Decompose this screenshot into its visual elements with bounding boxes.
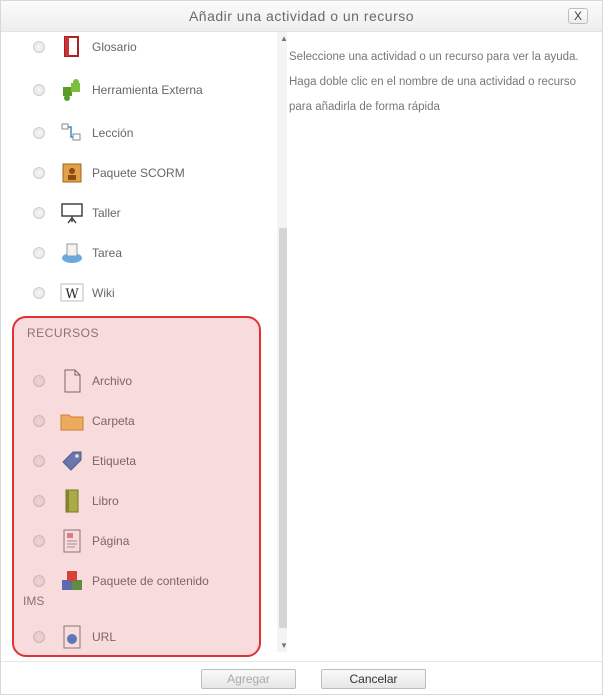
resource-url[interactable]: URL xyxy=(33,622,116,652)
list-scrollbar[interactable]: ▲ ▼ xyxy=(277,32,287,652)
resource-libro[interactable]: Libro xyxy=(33,486,119,516)
activity-label: Glosario xyxy=(92,40,137,54)
radio-wiki[interactable] xyxy=(33,287,45,299)
svg-text:W: W xyxy=(65,287,79,302)
radio-tarea[interactable] xyxy=(33,247,45,259)
activity-label: Wiki xyxy=(92,286,115,300)
puzzle-icon xyxy=(60,78,84,102)
resource-label: Carpeta xyxy=(92,414,135,428)
resource-label: Libro xyxy=(92,494,119,508)
wiki-icon: W xyxy=(60,281,84,305)
workshop-board-icon xyxy=(60,201,84,225)
glossary-book-icon xyxy=(60,35,84,59)
lesson-icon xyxy=(60,121,84,145)
help-text: Seleccione una actividad o un recurso pa… xyxy=(289,51,579,113)
resource-label: Etiqueta xyxy=(92,454,137,468)
url-icon xyxy=(60,625,84,649)
activity-label: Taller xyxy=(92,206,121,220)
scroll-up-arrow-icon[interactable]: ▲ xyxy=(280,34,287,43)
activity-label: Tarea xyxy=(92,246,123,260)
activity-list-pane: Glosario Herramienta Externa Lección Paq… xyxy=(13,32,287,659)
dialog-titlebar: Añadir una actividad o un recurso X xyxy=(1,1,602,32)
resource-label: Página xyxy=(92,534,130,548)
radio-leccion[interactable] xyxy=(33,127,45,139)
page-icon xyxy=(60,529,84,553)
activity-tarea[interactable]: Tarea xyxy=(33,238,122,268)
activity-label: Paquete SCORM xyxy=(92,166,185,180)
content-package-icon xyxy=(60,569,84,593)
activity-herramienta-externa[interactable]: Herramienta Externa xyxy=(33,75,203,105)
resources-section-title: RECURSOS xyxy=(27,326,100,340)
activity-wiki[interactable]: W Wiki xyxy=(33,278,115,308)
radio-paquete-de-contenido[interactable] xyxy=(33,575,45,587)
add-activity-dialog: Añadir una actividad o un recurso X Glos… xyxy=(0,0,603,695)
resource-etiqueta[interactable]: Etiqueta xyxy=(33,446,136,476)
radio-herramienta-externa[interactable] xyxy=(33,84,45,96)
activity-label: Herramienta Externa xyxy=(92,83,203,97)
dialog-title: Añadir una actividad o un recurso xyxy=(188,8,415,24)
resource-label: Archivo xyxy=(92,374,133,388)
file-icon xyxy=(60,369,84,393)
radio-url[interactable] xyxy=(33,631,45,643)
scorm-package-icon xyxy=(60,161,84,185)
radio-libro[interactable] xyxy=(33,495,45,507)
resource-paquete-de-contenido[interactable]: Paquete de contenido xyxy=(33,566,209,596)
ims-label: IMS xyxy=(23,594,45,608)
label-icon xyxy=(60,449,84,473)
resource-archivo[interactable]: Archivo xyxy=(33,366,132,396)
radio-carpeta[interactable] xyxy=(33,415,45,427)
activity-leccion[interactable]: Lección xyxy=(33,118,133,148)
resource-pagina[interactable]: Página xyxy=(33,526,129,556)
scroll-down-arrow-icon[interactable]: ▼ xyxy=(280,641,287,650)
radio-etiqueta[interactable] xyxy=(33,455,45,467)
close-button[interactable]: X xyxy=(568,8,588,24)
activity-label: Lección xyxy=(92,126,134,140)
resource-label: Paquete de contenido xyxy=(92,574,209,588)
radio-pagina[interactable] xyxy=(33,535,45,547)
assignment-icon xyxy=(60,241,84,265)
activity-taller[interactable]: Taller xyxy=(33,198,121,228)
dialog-footer: Agregar Cancelar xyxy=(1,661,602,697)
radio-taller[interactable] xyxy=(33,207,45,219)
book-icon xyxy=(60,489,84,513)
resource-carpeta[interactable]: Carpeta xyxy=(33,406,135,436)
add-button[interactable]: Agregar xyxy=(201,669,296,689)
cancel-button[interactable]: Cancelar xyxy=(321,669,426,689)
radio-glosario[interactable] xyxy=(33,41,45,53)
radio-archivo[interactable] xyxy=(33,375,45,387)
radio-paquete-scorm[interactable] xyxy=(33,167,45,179)
activity-glosario[interactable]: Glosario xyxy=(33,32,137,62)
resource-label: URL xyxy=(92,630,117,644)
folder-icon xyxy=(60,409,84,433)
scroll-thumb[interactable] xyxy=(279,228,287,628)
activity-paquete-scorm[interactable]: Paquete SCORM xyxy=(33,158,185,188)
